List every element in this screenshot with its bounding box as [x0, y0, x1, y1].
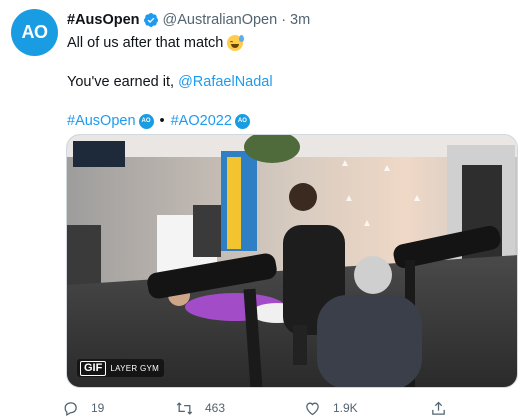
tweet-actions: 19 463 1.9K: [62, 397, 462, 419]
avatar[interactable]: AO: [11, 9, 58, 56]
retweet-icon: [176, 401, 193, 415]
like-button[interactable]: 1.9K: [304, 397, 358, 419]
gif-label: GIF: [80, 360, 107, 376]
user-handle[interactable]: @AustralianOpen: [163, 10, 278, 30]
reply-button[interactable]: 19: [62, 397, 104, 419]
avatar-logo-text: AO: [21, 22, 49, 42]
gif-media[interactable]: GIF LAYER GYM: [66, 134, 518, 388]
grinning-sweat-emoji-icon: [227, 35, 245, 51]
verified-badge-icon: [143, 13, 158, 27]
separator-dot: ·: [281, 12, 287, 28]
tweet-text-line1: All of us after that match: [67, 33, 517, 53]
hashtag-ao2022-link[interactable]: #AO2022: [171, 111, 232, 131]
tweet-text-line2: You've earned it, @RafaelNadal: [67, 72, 517, 92]
tweet-text-prefix: You've earned it,: [67, 74, 179, 90]
tweet-content: #AusOpen @AustralianOpen · 3m All of us …: [67, 10, 517, 131]
hashtag-ausopen-link[interactable]: #AusOpen: [67, 111, 136, 131]
display-name[interactable]: #AusOpen: [67, 10, 140, 30]
retweet-button[interactable]: 463: [176, 397, 225, 419]
timestamp[interactable]: 3m: [290, 10, 310, 30]
mention-link[interactable]: @RafaelNadal: [178, 74, 273, 90]
tweet-header: #AusOpen @AustralianOpen · 3m: [67, 10, 517, 30]
like-count: 1.9K: [333, 401, 358, 415]
gif-caption: LAYER GYM: [110, 363, 160, 373]
ao-hashflag-icon: AO: [138, 113, 154, 129]
gif-badge: GIF LAYER GYM: [77, 359, 165, 377]
hashtag-bullet: •: [159, 113, 165, 129]
share-button[interactable]: [430, 397, 447, 419]
tweet-text: All of us after that match: [67, 35, 224, 51]
tweet: AO #AusOpen @AustralianOpen · 3m All of …: [0, 0, 526, 420]
ao-hashflag-icon: AO: [234, 113, 250, 129]
gif-scene: [67, 135, 517, 387]
retweet-count: 463: [205, 401, 226, 415]
reply-count: 19: [91, 401, 105, 415]
like-icon: [306, 402, 319, 415]
share-icon: [432, 401, 445, 415]
reply-icon: [64, 401, 77, 416]
hashtag-line: #AusOpen AO • #AO2022 AO: [67, 111, 517, 131]
